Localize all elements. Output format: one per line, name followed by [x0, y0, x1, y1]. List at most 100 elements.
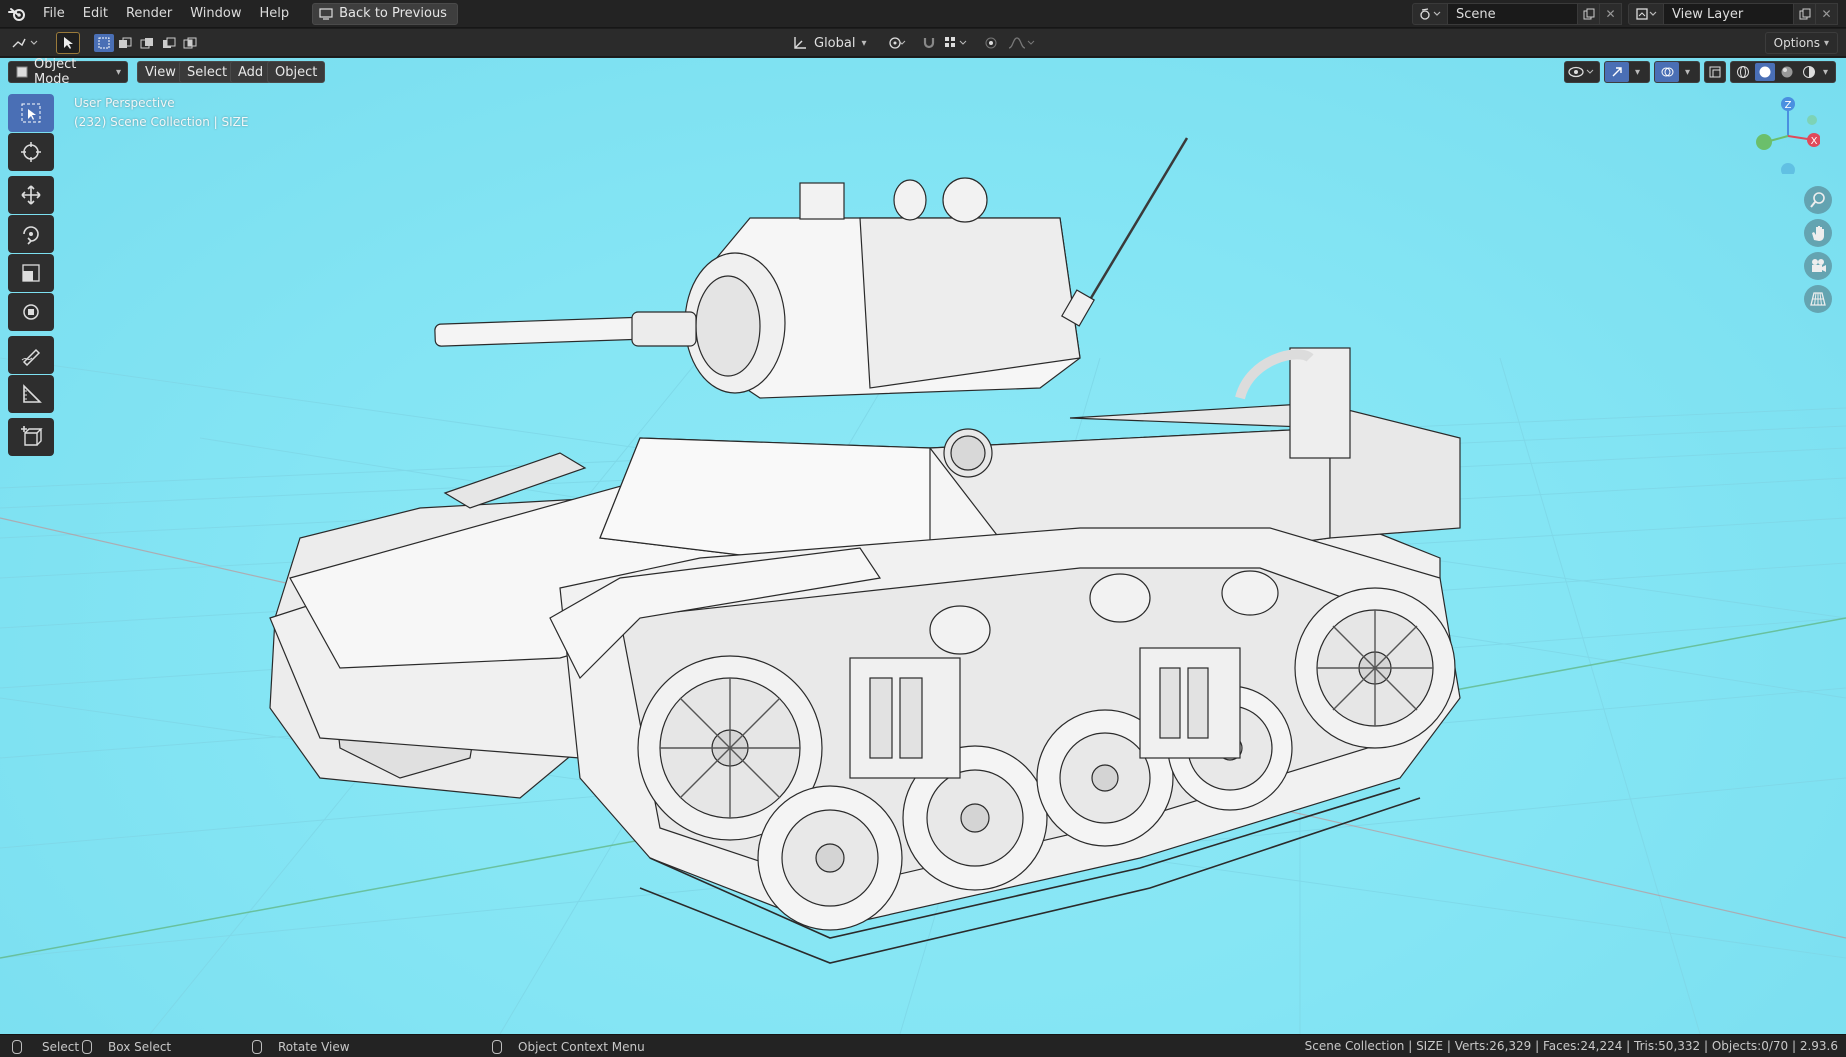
zoom-view-button[interactable]: [1804, 186, 1832, 214]
object-mode-label: Object Mode: [33, 58, 77, 87]
3d-viewport[interactable]: Object Mode ▾ View Select Add Object ▾ ▾…: [0, 58, 1846, 1034]
scene-type-dropdown[interactable]: [1412, 3, 1448, 25]
overlay-toggle-group: ▾: [1654, 61, 1700, 83]
menu-window[interactable]: Window: [181, 0, 250, 28]
object-mode-dropdown[interactable]: Object Mode ▾: [8, 58, 128, 87]
floor-grid: [0, 137, 1846, 1034]
view-layer-name-field[interactable]: View Layer: [1664, 3, 1794, 25]
ruler-icon: [23, 384, 42, 403]
new-scene-button[interactable]: [1578, 3, 1600, 25]
chevron-down-icon[interactable]: ▾: [1685, 67, 1690, 78]
selection-mode-group: [94, 32, 200, 54]
orientation-global-icon: [794, 37, 806, 49]
falloff-curve-icon: [1008, 37, 1035, 49]
eye-icon: [1568, 66, 1594, 78]
proportional-falloff-dropdown[interactable]: [1004, 32, 1038, 54]
scale-tool[interactable]: [8, 254, 54, 292]
select-invert-icon: [162, 37, 176, 48]
viewport-menu-view[interactable]: View: [137, 61, 184, 83]
status-context-menu-label: Object Context Menu: [518, 1039, 645, 1054]
blender-logo-icon[interactable]: [0, 0, 34, 28]
viewport-menu-add[interactable]: Add: [230, 61, 272, 83]
snap-toggle[interactable]: [918, 32, 940, 54]
chevron-down-icon[interactable]: ▾: [1635, 67, 1640, 78]
view-perspective-label: User Perspective: [74, 96, 175, 110]
chevron-down-icon: ▾: [1823, 37, 1829, 49]
options-dropdown[interactable]: Options ▾: [1764, 32, 1838, 54]
gizmo-x-label: X: [1811, 136, 1818, 147]
copy-icon: [1583, 8, 1594, 20]
mouse-left-icon: [12, 1039, 22, 1054]
tank-model[interactable]: [269, 137, 1461, 964]
view-layer-selector: View Layer ✕: [1628, 3, 1838, 25]
select-new-icon: [98, 37, 110, 49]
delete-scene-button[interactable]: ✕: [1600, 3, 1622, 25]
select-intersect-icon: [183, 37, 197, 49]
perspective-toggle-button[interactable]: [1804, 285, 1832, 313]
shading-wireframe-button[interactable]: [1733, 63, 1753, 81]
delete-view-layer-button[interactable]: ✕: [1816, 3, 1838, 25]
pivot-point-icon: [889, 37, 906, 49]
scene-name-field[interactable]: Scene: [1448, 3, 1578, 25]
viewport-menu-select[interactable]: Select: [179, 61, 236, 83]
menu-render[interactable]: Render: [117, 0, 181, 28]
tweak-tool-button[interactable]: [56, 32, 80, 54]
status-context-menu-hint: Object Context Menu: [492, 1035, 645, 1057]
annotate-tool[interactable]: [8, 336, 54, 374]
shading-material-button[interactable]: [1777, 63, 1797, 81]
move-tool[interactable]: [8, 176, 54, 214]
mouse-right-icon: [492, 1039, 502, 1054]
rotate-tool[interactable]: [8, 215, 54, 253]
navigation-gizmo[interactable]: Z X: [1740, 94, 1820, 174]
chevron-down-icon[interactable]: ▾: [1823, 67, 1828, 78]
select-extend-button[interactable]: [116, 34, 136, 52]
select-invert-button[interactable]: [159, 34, 179, 52]
status-select-hint: Select: [12, 1035, 79, 1057]
active-collection-label: (232) Scene Collection | SIZE: [74, 115, 249, 129]
screen-icon: [319, 7, 333, 20]
viewport-menu-object[interactable]: Object: [267, 61, 326, 83]
solid-sphere-icon: [1759, 66, 1771, 78]
snap-grid-icon: [945, 37, 967, 47]
transform-icon: [23, 304, 39, 320]
move-icon: [21, 185, 41, 205]
view-layer-dropdown[interactable]: [1628, 3, 1664, 25]
status-rotate-view-hint: Rotate View: [252, 1035, 350, 1057]
status-rotate-view-label: Rotate View: [278, 1039, 350, 1054]
menu-file[interactable]: File: [34, 0, 74, 28]
transform-orientation-dropdown[interactable]: Global ▾: [786, 32, 872, 54]
cursor-tool[interactable]: [8, 133, 54, 171]
select-subtract-button[interactable]: [137, 34, 157, 52]
gizmo-icon: [1612, 67, 1622, 77]
editor-type-dropdown[interactable]: [8, 32, 42, 54]
menu-help[interactable]: Help: [251, 0, 299, 28]
pivot-point-dropdown[interactable]: [880, 32, 914, 54]
xray-icon: [1709, 66, 1721, 78]
select-subtract-icon: [140, 38, 153, 49]
scene-selector: Scene ✕: [1412, 3, 1622, 25]
mouse-drag-icon: [82, 1039, 92, 1054]
pan-view-button[interactable]: [1804, 219, 1832, 247]
visibility-dropdown[interactable]: [1564, 61, 1600, 83]
chevron-down-icon: ▾: [115, 66, 121, 78]
proportional-editing-toggle[interactable]: [980, 32, 1002, 54]
snap-target-dropdown[interactable]: [942, 32, 972, 54]
select-new-button[interactable]: [94, 34, 114, 52]
new-view-layer-button[interactable]: [1794, 3, 1816, 25]
menu-edit[interactable]: Edit: [74, 0, 117, 28]
gizmo-toggle[interactable]: [1605, 62, 1629, 82]
camera-view-button[interactable]: [1804, 252, 1832, 280]
back-to-previous-button[interactable]: Back to Previous: [312, 2, 458, 25]
shading-rendered-button[interactable]: [1799, 63, 1819, 81]
select-intersect-button[interactable]: [180, 34, 200, 52]
add-cube-tool[interactable]: [8, 418, 54, 456]
xray-toggle[interactable]: [1704, 61, 1726, 83]
transform-tool[interactable]: [8, 293, 54, 331]
status-box-select-label: Box Select: [108, 1039, 172, 1054]
measure-tool[interactable]: [8, 375, 54, 413]
status-box-select-hint: Box Select: [82, 1035, 171, 1057]
shading-solid-button[interactable]: [1755, 63, 1775, 81]
shading-mode-group: ▾: [1730, 61, 1836, 83]
select-box-tool[interactable]: [8, 94, 54, 132]
overlay-toggle[interactable]: [1655, 62, 1679, 82]
